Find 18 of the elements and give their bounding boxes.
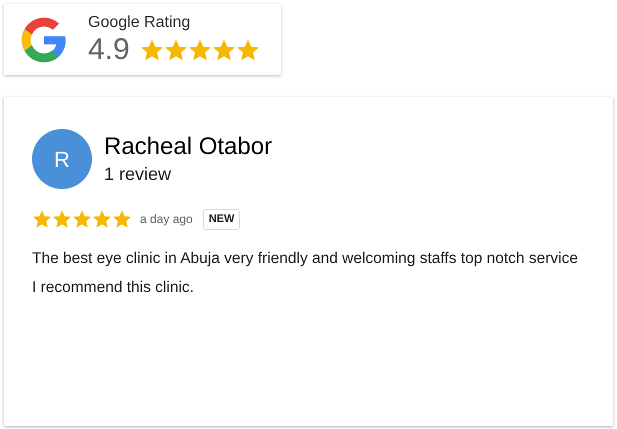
new-tag: NEW xyxy=(202,209,240,230)
star-icon xyxy=(32,209,52,230)
star-icon xyxy=(140,38,164,62)
star-icon xyxy=(112,209,132,230)
review-text: The best eye clinic in Abuja very friendly and welcoming staffs top notch service I recommend this clinic. xyxy=(32,248,579,298)
rating-score: 4.9 xyxy=(88,32,130,66)
star-icon xyxy=(72,209,92,230)
star-icon xyxy=(236,38,260,62)
badge-title: Google Rating xyxy=(88,12,192,32)
review-time: a day ago xyxy=(140,211,193,228)
star-icon xyxy=(92,209,112,230)
reviewer-name: Racheal Otabor xyxy=(104,132,272,162)
star-icon xyxy=(52,209,72,230)
review-count: 1 review xyxy=(104,163,172,186)
star-icon xyxy=(188,38,212,62)
star-icon xyxy=(212,38,236,62)
star-icon xyxy=(164,38,188,62)
avatar: R xyxy=(32,129,92,189)
